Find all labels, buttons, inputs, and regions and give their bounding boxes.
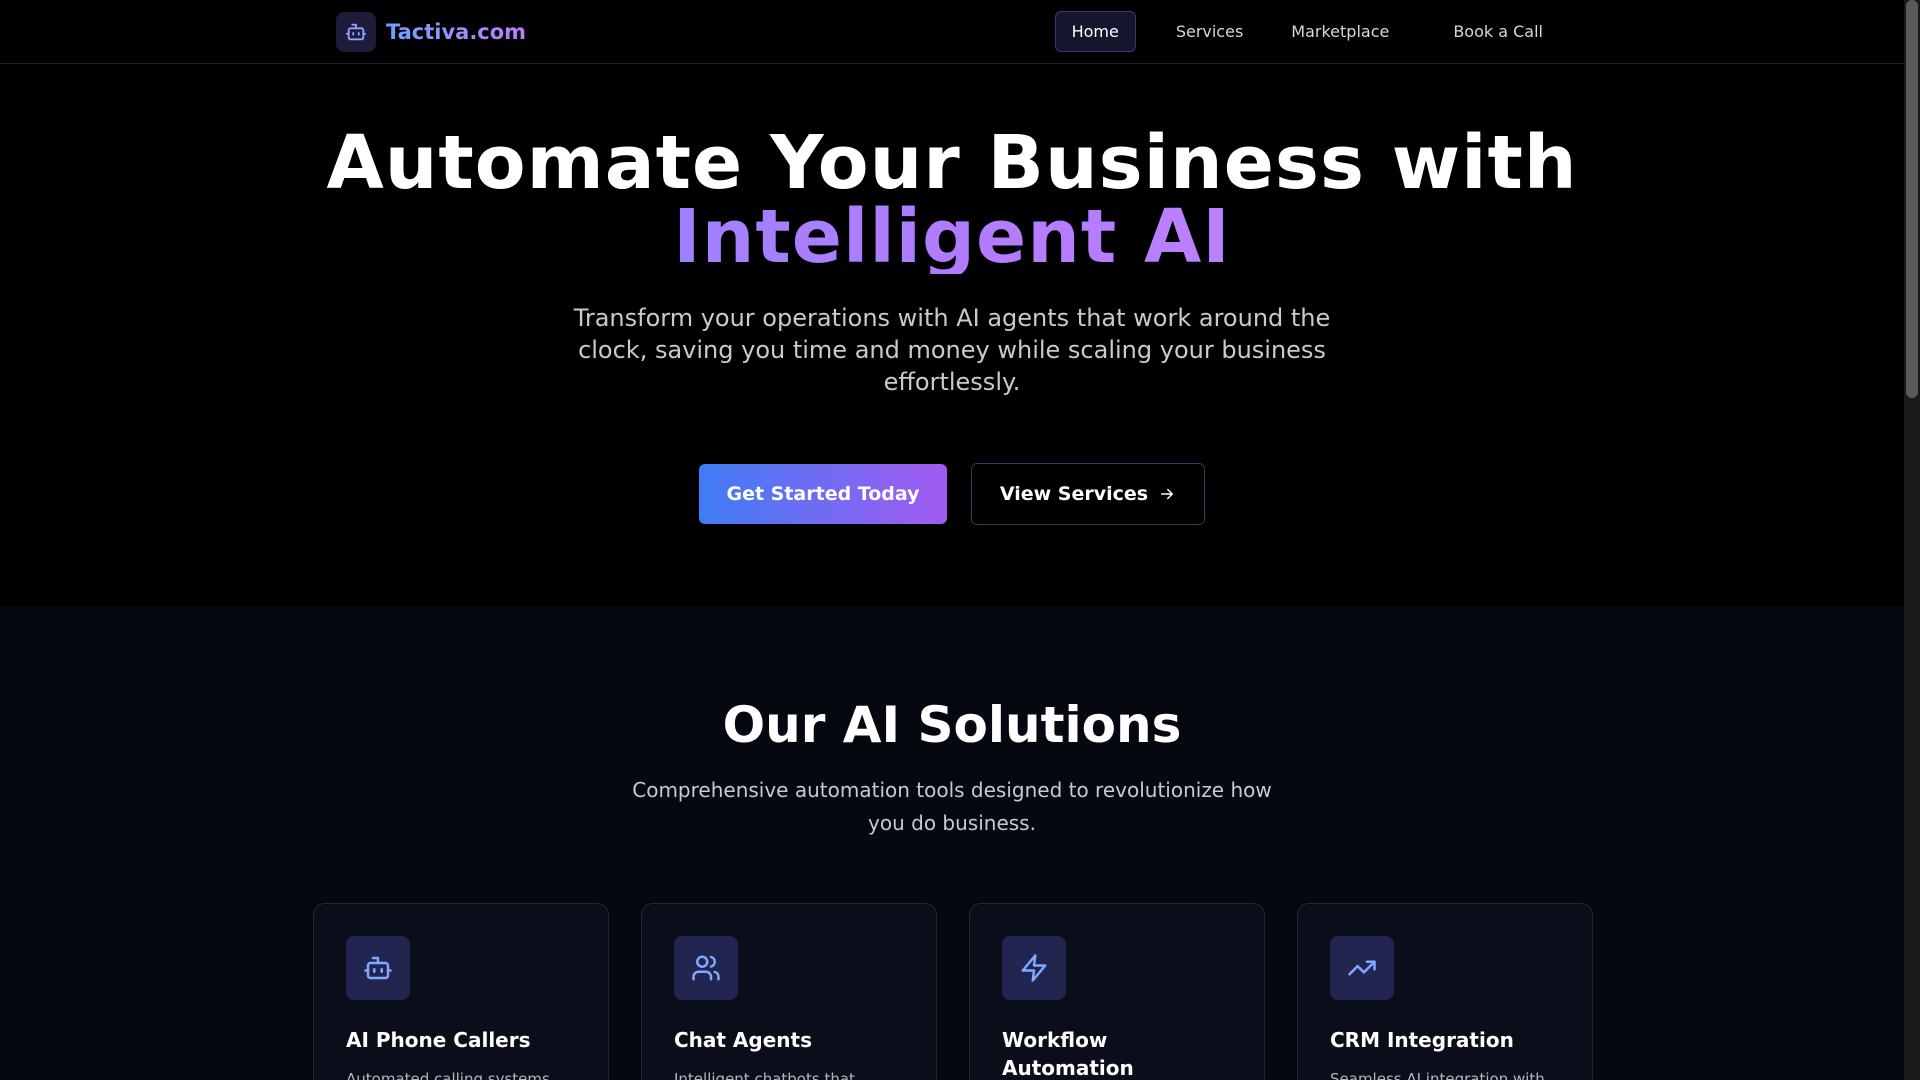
- solution-card-chat-agents[interactable]: Chat Agents Intelligent chatbots that: [641, 903, 937, 1080]
- trending-up-icon: [1330, 936, 1394, 1000]
- hero-buttons: Get Started Today View Services: [0, 463, 1904, 525]
- robot-icon: [346, 936, 410, 1000]
- card-title: Workflow Automation: [1002, 1028, 1134, 1080]
- get-started-button[interactable]: Get Started Today: [699, 464, 947, 524]
- brand-name: Tactiva.com: [386, 20, 527, 44]
- scrollbar-thumb[interactable]: [1906, 0, 1918, 398]
- hero-title-line2: Intelligent AI: [0, 200, 1904, 274]
- nav-item-services[interactable]: Services: [1160, 12, 1259, 51]
- solution-cards: AI Phone Callers Automated calling syste…: [313, 903, 1593, 1080]
- card-title: Chat Agents: [674, 1028, 812, 1052]
- solutions-title: Our AI Solutions: [722, 696, 1182, 754]
- brand-logo[interactable]: Tactiva.com: [336, 12, 526, 52]
- top-nav: Tactiva.com Home Services Marketplace Bo…: [0, 0, 1904, 64]
- card-description: Automated calling systems: [346, 1070, 550, 1080]
- hero-subtitle: Transform your operations with AI agents…: [573, 304, 1331, 396]
- arrow-right-icon: [1161, 488, 1174, 500]
- users-icon: [674, 936, 738, 1000]
- solution-card-workflow-automation[interactable]: Workflow Automation: [969, 903, 1265, 1080]
- card-description: Intelligent chatbots that: [674, 1070, 855, 1080]
- card-title: CRM Integration: [1330, 1028, 1514, 1052]
- nav-item-marketplace[interactable]: Marketplace: [1275, 12, 1405, 51]
- view-services-label: View Services: [999, 483, 1149, 505]
- solution-card-crm-integration[interactable]: CRM Integration Seamless AI integration …: [1297, 903, 1593, 1080]
- view-services-button[interactable]: View Services: [971, 463, 1205, 525]
- page: Tactiva.com Home Services Marketplace Bo…: [0, 0, 1904, 1080]
- card-description: Seamless AI integration with: [1330, 1070, 1545, 1080]
- page-scrollbar[interactable]: [1904, 0, 1920, 1080]
- lightning-icon: [1002, 936, 1066, 1000]
- hero-title: Automate Your Business with Intelligent …: [0, 126, 1904, 274]
- solution-card-phone-callers[interactable]: AI Phone Callers Automated calling syste…: [313, 903, 609, 1080]
- nav-item-home[interactable]: Home: [1054, 11, 1136, 52]
- card-title: AI Phone Callers: [346, 1028, 531, 1052]
- hero-section: Automate Your Business with Intelligent …: [0, 64, 1904, 606]
- nav-item-book-a-call[interactable]: Book a Call: [1437, 12, 1559, 51]
- nav-links: Home Services Marketplace Book a Call: [1054, 11, 1559, 52]
- solutions-section: Our AI Solutions Comprehensive automatio…: [0, 606, 1904, 1080]
- solutions-subtitle: Comprehensive automation tools designed …: [632, 778, 1272, 835]
- robot-icon: [336, 12, 376, 52]
